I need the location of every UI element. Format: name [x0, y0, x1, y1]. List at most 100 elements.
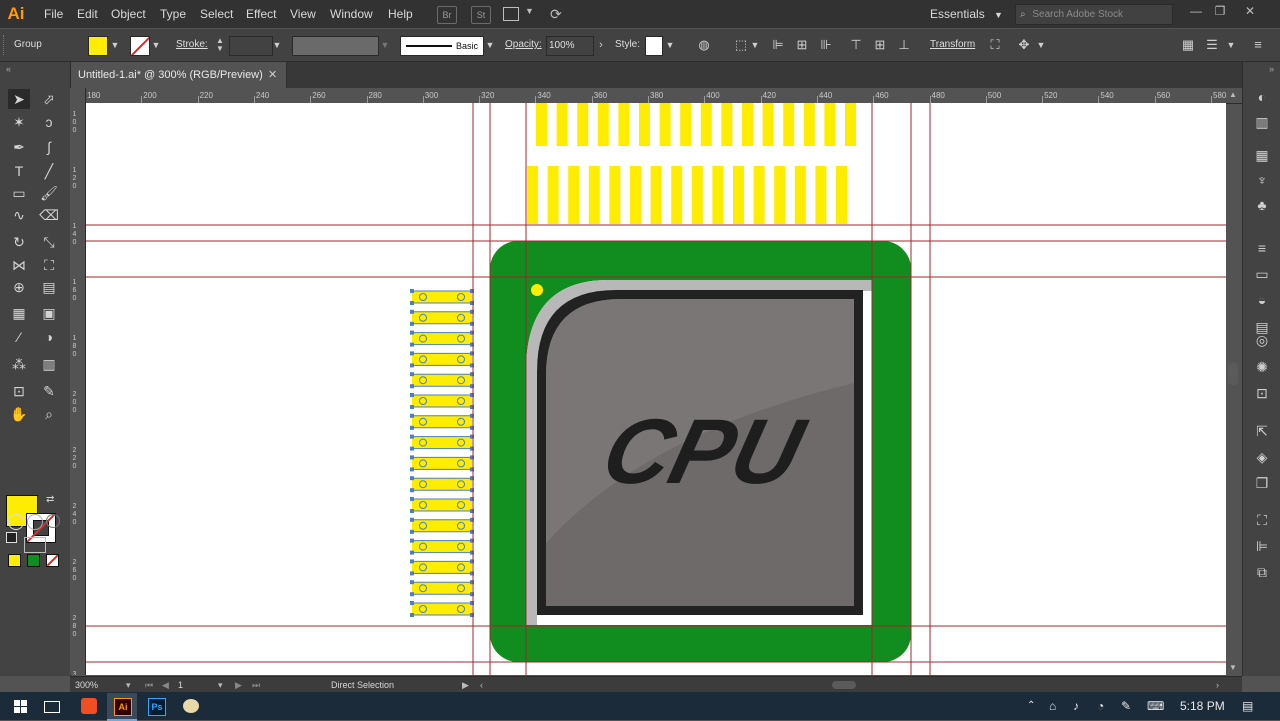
appearance-icon[interactable]: ✺ — [1252, 357, 1272, 377]
align-bottom-icon[interactable]: ⊥ — [896, 37, 912, 53]
top-pin-row[interactable] — [536, 103, 856, 146]
chevron-down-icon[interactable]: ▼ — [665, 36, 675, 54]
magic-wand-tool-icon[interactable]: ✶ — [8, 112, 30, 132]
minimize-icon[interactable]: — — [1186, 2, 1206, 20]
puppet-warp-icon[interactable]: ✥ — [1016, 37, 1032, 53]
scroll-up-icon[interactable]: ▲ — [1229, 90, 1237, 99]
swap-fill-stroke-icon[interactable]: ⇄ — [46, 494, 54, 505]
collapse-icon[interactable]: « — [6, 64, 11, 74]
panel-menu-icon[interactable]: ☰ — [1204, 37, 1220, 53]
pathfinder-icon[interactable]: ⧉ — [1252, 562, 1272, 582]
left-pin-column[interactable] — [410, 289, 474, 617]
align-top-icon[interactable]: ⊤ — [848, 37, 864, 53]
chevron-down-icon[interactable]: ▾ — [218, 677, 223, 693]
navigator-icon[interactable]: ◐ — [1252, 87, 1272, 107]
menu-edit[interactable]: Edit — [77, 0, 98, 28]
variable-width-profile[interactable] — [292, 36, 379, 56]
more-options-icon[interactable]: ≡ — [1250, 37, 1266, 53]
workspace-switcher[interactable]: Essentials ▼ — [930, 0, 1003, 28]
draw-behind-icon[interactable] — [27, 514, 43, 530]
eyedropper-tool-icon[interactable]: ⁄ — [8, 327, 30, 347]
bridge-icon[interactable]: Br — [437, 6, 457, 24]
align-to-icon[interactable]: ⬚ — [733, 37, 749, 53]
fill-color-swatch[interactable] — [88, 36, 108, 56]
clock[interactable]: 5:18 PM — [1180, 692, 1225, 720]
graphic-styles-icon[interactable]: ⊡ — [1252, 383, 1272, 403]
arrange-panels-icon[interactable]: ▦ — [1180, 37, 1196, 53]
restore-icon[interactable]: ❐ — [1210, 2, 1230, 20]
symbols-icon[interactable]: ♣ — [1252, 195, 1272, 215]
pen-workspace-icon[interactable]: ✎ — [1121, 692, 1131, 720]
menu-object[interactable]: Object — [111, 0, 146, 28]
close-icon[interactable]: ✕ — [1240, 2, 1260, 20]
pencil-sketch-app-icon[interactable] — [74, 693, 104, 719]
recolor-artwork-icon[interactable]: ◍ — [696, 37, 712, 53]
color-mode-icon[interactable] — [8, 554, 21, 567]
chevron-down-icon[interactable]: ▼ — [750, 36, 760, 54]
zoom-level[interactable]: 300% — [75, 677, 98, 693]
menu-effect[interactable]: Effect — [246, 0, 276, 28]
chevron-down-icon[interactable]: ▼ — [525, 6, 534, 16]
opacity-input[interactable]: 100% — [546, 36, 594, 56]
align-panel-icon[interactable]: ⊫ — [1252, 536, 1272, 556]
arrange-documents-icon[interactable] — [503, 7, 519, 21]
stroke-weight-stepper[interactable]: ▲ ▼ — [214, 37, 226, 53]
column-graph-tool-icon[interactable]: ▥ — [38, 354, 60, 374]
width-tool-icon[interactable]: ⋈ — [8, 255, 30, 275]
previous-artboard-icon[interactable]: ◀ — [162, 677, 169, 693]
menu-window[interactable]: Window — [330, 0, 373, 28]
artboards-icon[interactable]: ❐ — [1252, 473, 1272, 493]
hand-tool-icon[interactable]: ✋ — [8, 404, 30, 424]
rectangle-tool-icon[interactable]: ▭ — [8, 183, 30, 203]
align-middle-icon[interactable]: ⊞ — [872, 37, 888, 53]
mesh-tool-icon[interactable]: ▦ — [8, 303, 30, 323]
artboard-tool-icon[interactable]: ⊡ — [8, 381, 30, 401]
gradient-tool-icon[interactable]: ▣ — [38, 303, 60, 323]
windows-start-icon[interactable] — [5, 693, 35, 719]
direct-selection-tool-icon[interactable]: ⬀ — [38, 89, 60, 109]
expand-panels-icon[interactable]: » — [1269, 64, 1274, 74]
horizontal-scrollbar-thumb[interactable] — [832, 681, 856, 689]
gradient-mode-icon[interactable] — [27, 554, 40, 567]
scale-tool-icon[interactable]: ⤡ — [38, 232, 60, 252]
chevron-right-icon[interactable]: › — [596, 36, 606, 54]
stroke-weight-input[interactable] — [229, 36, 273, 56]
status-menu-icon[interactable]: ▶ — [462, 677, 469, 693]
show-hidden-icons[interactable]: ⌃ — [1027, 692, 1035, 720]
notifications-icon[interactable]: ▤ — [1242, 692, 1253, 720]
none-mode-icon[interactable] — [46, 554, 59, 567]
vertical-ruler[interactable]: 100 120 140 160 180 200 220 240 260 280 300 — [70, 103, 86, 675]
keyboard-icon[interactable]: ⌨ — [1147, 692, 1164, 720]
stroke-panel-icon[interactable]: ≡ — [1252, 238, 1272, 258]
type-tool-icon[interactable]: T — [8, 161, 30, 181]
default-fill-stroke-icon[interactable] — [6, 532, 17, 543]
symbol-sprayer-tool-icon[interactable]: ⁂ — [8, 354, 30, 374]
chevron-down-icon[interactable]: ▼ — [1226, 36, 1236, 54]
scroll-left-icon[interactable]: ‹ — [480, 677, 483, 693]
stock-search-field[interactable]: ⌕ Search Adobe Stock — [1015, 4, 1173, 25]
scroll-right-icon[interactable]: › — [1216, 677, 1219, 693]
cpu-label[interactable]: CPU — [593, 399, 816, 502]
top-pin-row[interactable] — [527, 166, 847, 224]
chevron-down-icon[interactable]: ▼ — [1036, 36, 1046, 54]
canvas[interactable]: CPU — [86, 103, 1226, 675]
next-artboard-icon[interactable]: ▶ — [235, 677, 242, 693]
draw-normal-icon[interactable] — [8, 514, 24, 530]
ruler-origin[interactable] — [70, 88, 86, 104]
chevron-down-icon[interactable]: ▼ — [380, 36, 390, 54]
creative-cloud-icon[interactable]: ◎ — [1252, 330, 1272, 350]
rotate-tool-icon[interactable]: ↻ — [8, 232, 30, 252]
selection-tool-icon[interactable]: ➤ — [8, 89, 30, 109]
menu-select[interactable]: Select — [200, 0, 233, 28]
vertical-scrollbar-thumb[interactable] — [1228, 363, 1238, 385]
free-transform-tool-icon[interactable]: ⛶ — [38, 255, 60, 275]
horizontal-ruler[interactable]: 180 200 220 240 260 280 300 320 340 360 380 400 420 4… — [70, 88, 1242, 104]
paint-app-icon[interactable] — [176, 693, 206, 719]
slice-tool-icon[interactable]: ✎ — [38, 381, 60, 401]
stroke-label[interactable]: Stroke: — [176, 29, 208, 61]
align-right-icon[interactable]: ⊪ — [818, 37, 834, 53]
lasso-tool-icon[interactable]: ↄ — [38, 112, 60, 132]
blend-tool-icon[interactable]: ◑ — [38, 327, 60, 347]
last-artboard-icon[interactable]: ⏭ — [252, 677, 260, 693]
shape-builder-tool-icon[interactable]: ⊕ — [8, 277, 30, 297]
